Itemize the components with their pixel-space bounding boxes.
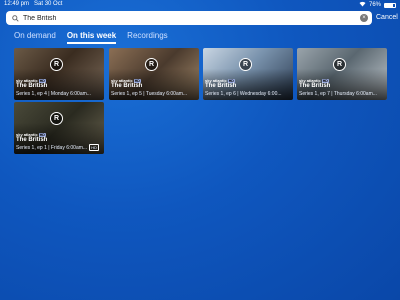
record-badge-icon: R <box>333 58 346 71</box>
tab-on-demand[interactable]: On demand <box>14 31 56 44</box>
result-card[interactable]: R sky atlantic HD The British Series 1, … <box>203 48 293 100</box>
record-badge-icon: R <box>50 58 63 71</box>
result-title: The British <box>111 83 143 89</box>
status-bar: 12:49 pm Sat 30 Oct 76% <box>0 0 400 10</box>
tab-recordings[interactable]: Recordings <box>127 31 167 44</box>
record-badge-icon: R <box>50 112 63 125</box>
result-meta: Series 1, ep 7 | Thursday 6:00am... <box>299 91 377 97</box>
result-meta: Series 1, ep 6 | Wednesday 6:00... <box>205 91 282 97</box>
record-badge-icon: R <box>145 58 158 71</box>
result-card[interactable]: R sky atlantic HD The British Series 1, … <box>297 48 387 100</box>
result-card[interactable]: R sky atlantic HD The British Series 1, … <box>14 102 104 154</box>
status-date: Sat 30 Oct <box>34 1 63 7</box>
cancel-button[interactable]: Cancel <box>376 14 398 21</box>
wifi-icon <box>359 1 366 9</box>
search-icon <box>9 12 21 24</box>
battery-icon <box>384 2 396 8</box>
result-card[interactable]: R sky atlantic HD The British Series 1, … <box>109 48 199 100</box>
record-badge-icon: R <box>239 58 252 71</box>
hd-badge: HD <box>89 144 99 151</box>
result-meta: Series 1, ep 4 | Monday 6:00am... <box>16 91 91 97</box>
search-bar[interactable]: × <box>6 11 372 25</box>
result-title: The British <box>16 137 48 143</box>
clear-icon[interactable]: × <box>360 14 368 22</box>
result-title: The British <box>299 83 331 89</box>
battery-percentage: 76% <box>368 2 381 8</box>
tab-on-this-week[interactable]: On this week <box>66 31 117 44</box>
search-input[interactable] <box>21 14 360 22</box>
result-title: The British <box>205 83 237 89</box>
result-title: The British <box>16 83 48 89</box>
result-meta: Series 1, ep 1 | Friday 6:00am... HD <box>16 144 99 151</box>
result-card[interactable]: R sky atlantic HD The British Series 1, … <box>14 48 104 100</box>
status-time: 12:49 pm <box>4 1 30 7</box>
result-meta: Series 1, ep 5 | Tuesday 6:00am... <box>111 91 188 97</box>
tab-bar: On demand On this week Recordings <box>14 31 168 44</box>
